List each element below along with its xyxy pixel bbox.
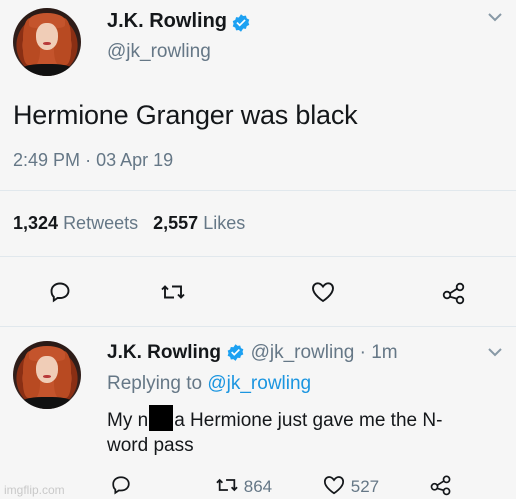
handle[interactable]: @jk_rowling bbox=[107, 41, 211, 63]
reply-icon[interactable] bbox=[48, 280, 72, 304]
share-icon[interactable] bbox=[441, 279, 467, 305]
reply-age[interactable]: 1m bbox=[371, 342, 397, 363]
display-name[interactable]: J.K. Rowling bbox=[107, 10, 227, 32]
redaction-box bbox=[149, 405, 174, 431]
reply-text-end: a Hermione just gave me the N- bbox=[174, 410, 443, 431]
likes-count: 2,557 bbox=[153, 213, 199, 233]
tweet-time: 2:49 PM bbox=[13, 150, 81, 170]
share-icon[interactable] bbox=[429, 472, 453, 496]
reply-icon[interactable] bbox=[110, 474, 132, 496]
watermark: imgflip.com bbox=[4, 483, 65, 497]
avatar[interactable] bbox=[13, 8, 81, 76]
replying-to-label: Replying to bbox=[107, 373, 203, 394]
avatar[interactable] bbox=[13, 341, 81, 409]
reply-like-action[interactable]: 527 bbox=[322, 474, 379, 497]
tweet-stats: 1,324 Retweets 2,557 Likes bbox=[13, 213, 245, 234]
reply-text-line-2: word pass bbox=[107, 435, 194, 456]
retweet-icon[interactable] bbox=[160, 280, 186, 304]
like-count: 527 bbox=[350, 477, 380, 496]
retweets-label: Retweets bbox=[63, 213, 139, 233]
reply-text-start: My n bbox=[107, 410, 149, 431]
tweet-date: 03 Apr 19 bbox=[96, 150, 174, 170]
tweet-text: Hermione Granger was black bbox=[13, 100, 358, 130]
likes-stat[interactable]: 2,557 Likes bbox=[153, 213, 245, 233]
divider bbox=[0, 326, 516, 327]
retweets-stat[interactable]: 1,324 Retweets bbox=[13, 213, 143, 233]
dot-separator: · bbox=[85, 150, 92, 170]
like-icon[interactable] bbox=[310, 280, 336, 304]
handle[interactable]: @jk_rowling bbox=[251, 342, 355, 363]
divider bbox=[0, 256, 516, 257]
reply-text-line-1: My n a Hermione just gave me the N- bbox=[107, 405, 442, 433]
display-name[interactable]: J.K. Rowling bbox=[107, 342, 221, 363]
retweet-count: 864 bbox=[243, 477, 273, 496]
chevron-down-icon[interactable] bbox=[487, 11, 503, 23]
reply-retweet-action[interactable]: 864 bbox=[215, 474, 272, 497]
reply-text: My n a Hermione just gave me the N- word … bbox=[107, 405, 442, 458]
author-row: J.K. Rowling bbox=[107, 10, 251, 36]
verified-badge-icon bbox=[226, 343, 245, 362]
replying-to: Replying to @jk_rowling bbox=[107, 373, 311, 395]
verified-badge-icon bbox=[231, 13, 251, 33]
chevron-down-icon[interactable] bbox=[487, 346, 503, 358]
reply-author-row: J.K. Rowling @jk_rowling · 1m bbox=[107, 342, 398, 364]
retweet-icon bbox=[215, 474, 239, 496]
dot-separator: · bbox=[359, 342, 366, 363]
like-icon bbox=[322, 474, 346, 496]
divider bbox=[0, 190, 516, 191]
retweets-count: 1,324 bbox=[13, 213, 59, 233]
replying-to-handle[interactable]: @jk_rowling bbox=[207, 373, 311, 394]
tweet-timestamp[interactable]: 2:49 PM · 03 Apr 19 bbox=[13, 150, 173, 171]
likes-label: Likes bbox=[203, 213, 246, 233]
